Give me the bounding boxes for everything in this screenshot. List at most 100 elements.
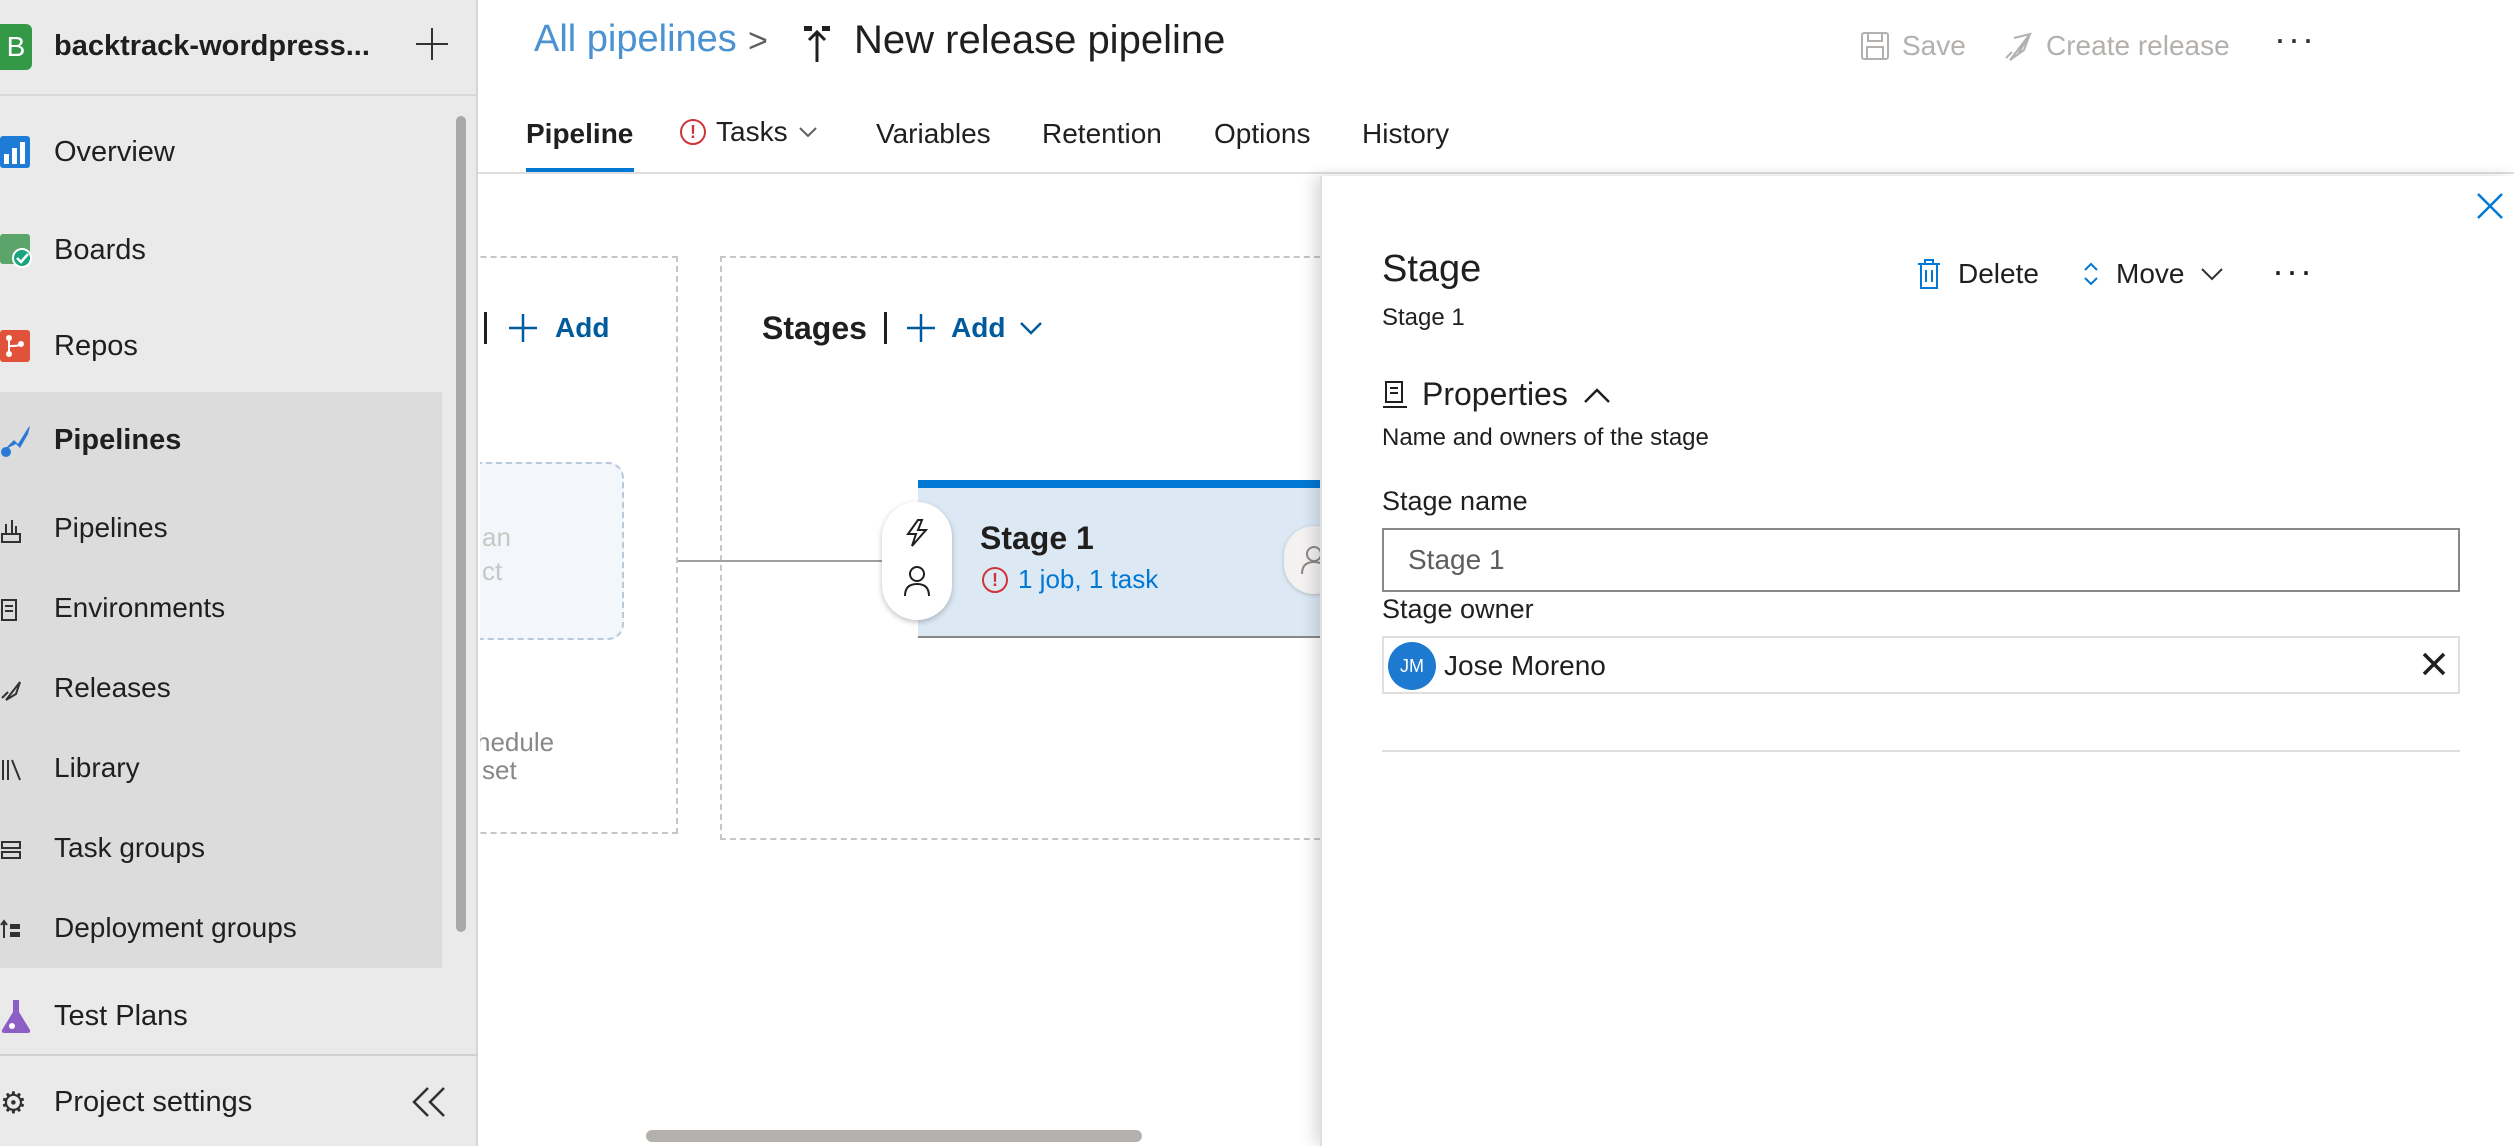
save-icon [1861, 32, 1889, 60]
sidebar-sub-label: Releases [54, 672, 171, 703]
delete-label: Delete [1958, 258, 2039, 289]
sidebar-item-test-plans[interactable]: Test Plans [0, 976, 442, 1056]
sidebar-sub-label: Environments [54, 592, 226, 623]
breadcrumb-all-pipelines[interactable]: All pipelines [534, 18, 737, 61]
stage-name-label: Stage name [1382, 486, 1528, 516]
plus-icon [509, 314, 537, 342]
sidebar-sub-task-groups[interactable]: Task groups [0, 810, 442, 890]
sidebar-sub-releases[interactable]: Releases [0, 650, 442, 730]
stage-summary-text: 1 job, 1 task [1018, 564, 1159, 594]
sidebar-item-boards[interactable]: Boards [0, 210, 442, 290]
create-release-button[interactable]: Create release [2002, 30, 2230, 62]
release-pipeline-icon [804, 26, 830, 62]
stage-properties-panel: Stage Stage 1 Delete Move ··· Properties… [1320, 176, 2514, 1146]
stage-owner-label: Stage owner [1382, 594, 1534, 624]
tab-tasks[interactable]: ! Tasks [680, 116, 818, 148]
deployment-groups-icon [0, 919, 20, 938]
chevron-down-icon [1020, 322, 1043, 335]
collapse-sidebar-icon[interactable] [412, 1086, 448, 1118]
properties-section-header[interactable]: Properties [1382, 376, 1612, 413]
stages-label: Stages [762, 310, 867, 346]
panel-more-button[interactable]: ··· [2272, 250, 2314, 292]
delete-button[interactable]: Delete [1916, 258, 2039, 290]
artifact-placeholder-text: an ct [482, 520, 511, 588]
stage-connector [678, 560, 890, 562]
sidebar-item-label: Pipelines [54, 423, 182, 456]
sidebar-scrollbar[interactable] [456, 116, 466, 932]
sidebar-sub-library[interactable]: Library [0, 730, 442, 810]
canvas-horizontal-scrollbar[interactable] [646, 1130, 1142, 1142]
stage-summary[interactable]: ! 1 job, 1 task [982, 564, 1158, 595]
tab-options[interactable]: Options [1214, 118, 1311, 150]
pipelines-sub-icon [1, 520, 21, 543]
avatar: JM [1388, 642, 1436, 690]
sidebar-sub-deployment-groups[interactable]: Deployment groups [0, 890, 442, 970]
boards-icon [0, 234, 32, 268]
project-name[interactable]: backtrack-wordpress... [54, 30, 370, 63]
more-actions-button[interactable]: ··· [2274, 18, 2316, 60]
close-icon[interactable] [2474, 190, 2506, 222]
tab-pipeline[interactable]: Pipeline [526, 118, 633, 150]
overview-icon [0, 136, 30, 168]
sidebar-item-label: Test Plans [54, 999, 188, 1032]
sidebar-sub-label: Deployment groups [54, 912, 297, 943]
panel-subtitle: Stage 1 [1382, 304, 1465, 331]
clear-owner-icon[interactable] [2418, 648, 2450, 680]
tab-history[interactable]: History [1362, 118, 1449, 150]
owner-name: Jose Moreno [1444, 650, 1606, 681]
pipeline-canvas: Add Stages Add an ct hedule set Stage 1 … [480, 176, 1320, 1122]
plus-icon [907, 314, 935, 342]
person-icon [1301, 546, 1320, 575]
properties-title: Properties [1422, 376, 1568, 412]
chevron-down-icon [2201, 268, 2224, 281]
save-label: Save [1902, 30, 1966, 61]
schedule-status[interactable]: hedule set [480, 728, 554, 784]
chevron-up-icon [1583, 387, 1610, 403]
sidebar-item-label: Repos [54, 329, 138, 362]
person-icon [904, 566, 930, 597]
project-header: B backtrack-wordpress... [0, 0, 478, 96]
project-settings[interactable]: ⚙ Project settings [0, 1054, 478, 1146]
stage-title[interactable]: Stage 1 [980, 520, 1094, 557]
rocket-icon [2005, 32, 2033, 61]
test-plans-icon [1, 1000, 31, 1033]
sidebar-sub-label: Pipelines [54, 512, 168, 543]
create-release-label: Create release [2046, 30, 2230, 61]
sidebar-sub-environments[interactable]: Environments [0, 570, 442, 650]
pipelines-icon [1, 426, 30, 457]
sidebar-item-overview[interactable]: Overview [0, 112, 442, 192]
sidebar-sub-label: Library [54, 752, 140, 783]
schedule-line-2: set [482, 755, 517, 785]
error-icon: ! [982, 566, 1008, 593]
sidebar-item-label: Boards [54, 233, 146, 266]
stage-owner-field[interactable]: JM Jose Moreno [1382, 636, 2460, 694]
properties-description: Name and owners of the stage [1382, 424, 1709, 451]
tab-variables[interactable]: Variables [876, 118, 991, 150]
error-icon: ! [680, 119, 706, 145]
stage-card[interactable] [918, 480, 1320, 638]
page-title: New release pipeline [854, 18, 1226, 62]
tab-tasks-label: Tasks [716, 116, 788, 147]
project-settings-label: Project settings [54, 1086, 253, 1118]
tab-retention[interactable]: Retention [1042, 118, 1162, 150]
pre-deployment-conditions[interactable] [882, 502, 952, 620]
add-stage-button[interactable]: Add [884, 312, 1043, 344]
up-down-icon [2084, 262, 2098, 286]
sidebar-item-repos[interactable]: Repos [0, 306, 442, 386]
stage-name-input[interactable] [1382, 528, 2460, 592]
artifact-hint-line-1: an [482, 522, 511, 552]
new-item-button[interactable] [412, 24, 452, 64]
add-artifact-label: Add [555, 312, 610, 343]
sidebar-item-pipelines[interactable]: Pipelines [0, 400, 442, 480]
save-button[interactable]: Save [1860, 30, 1966, 62]
breadcrumb-separator: > [748, 22, 768, 60]
releases-icon [1, 681, 21, 701]
artifact-hint-line-2: ct [482, 556, 503, 586]
add-artifact-button[interactable]: Add [484, 312, 609, 344]
separator [484, 312, 487, 344]
properties-icon [1383, 380, 1407, 408]
move-button[interactable]: Move [2082, 258, 2224, 290]
trash-icon [1918, 259, 1940, 289]
sidebar-sub-pipelines[interactable]: Pipelines [0, 490, 442, 570]
repos-icon [0, 330, 30, 362]
